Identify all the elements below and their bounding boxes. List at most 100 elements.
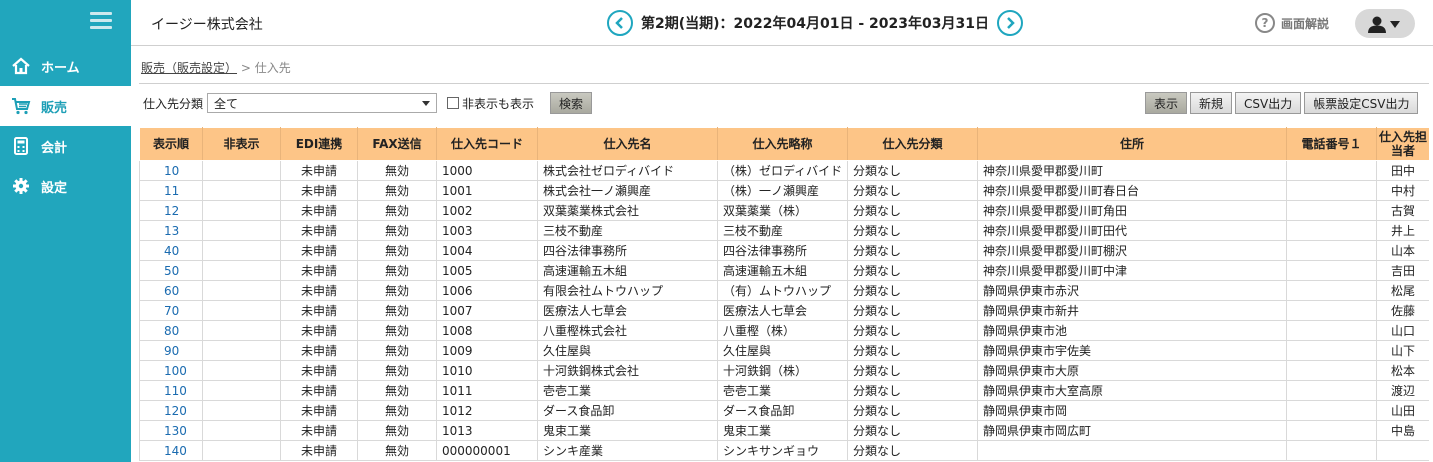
column-header-short-name[interactable]: 仕入先略称 [717, 127, 848, 161]
cell-order[interactable]: 90 [139, 340, 203, 361]
column-header-phone[interactable]: 電話番号１ [1286, 127, 1377, 161]
cell-code: 1011 [436, 380, 538, 401]
table-row[interactable]: 90 未申請 無効 1009 久住屋與 久住屋與 分類なし 静岡県伊東市宇佐美 山下 [139, 340, 1429, 361]
cell-phone [1286, 200, 1377, 221]
previous-period-button[interactable] [607, 10, 633, 36]
form-csv-export-button[interactable]: 帳票設定CSV出力 [1304, 92, 1419, 114]
company-name: イージー株式会社 [151, 17, 263, 33]
cell-hidden [202, 200, 281, 221]
cell-order[interactable]: 10 [139, 160, 203, 181]
column-header-order[interactable]: 表示順 [139, 127, 203, 161]
cell-hidden [202, 300, 281, 321]
supplier-table-container: 表示順 非表示 EDI連携 FAX送信 仕入先コード 仕入先名 仕入先略称 仕入… [139, 127, 1429, 462]
breadcrumb-separator: > [237, 61, 255, 75]
show-hidden-label: 非表示も表示 [462, 96, 535, 111]
user-menu-button[interactable] [1355, 9, 1415, 38]
next-period-button[interactable] [996, 10, 1023, 36]
table-row[interactable]: 140 未申請 無効 000000001 シンキ産業 シンキサンギョウ 分類なし [139, 440, 1429, 461]
cell-contact: 田中 [1376, 160, 1429, 181]
cell-edi: 未申請 [280, 320, 358, 341]
table-row[interactable]: 50 未申請 無効 1005 高速運輸五木組 高速運輸五木組 分類なし 神奈川県愛甲郡愛川町中… [139, 260, 1429, 281]
cell-short-name: 高速運輸五木組 [717, 260, 848, 281]
cell-hidden [202, 160, 281, 181]
column-header-name[interactable]: 仕入先名 [537, 127, 718, 161]
cell-hidden [202, 280, 281, 301]
cell-fax: 無効 [357, 260, 437, 281]
cell-name: シンキ産業 [537, 440, 718, 461]
cell-hidden [202, 420, 281, 441]
cell-order[interactable]: 13 [139, 220, 203, 241]
cell-short-name: 四谷法律事務所 [717, 240, 848, 261]
table-row[interactable]: 70 未申請 無効 1007 医療法人七草会 医療法人七草会 分類なし 静岡県伊東市新井 佐藤 [139, 300, 1429, 321]
help-button[interactable]: ? 画面解説 [1255, 13, 1329, 33]
table-row[interactable]: 10 未申請 無効 1000 株式会社ゼロディバイド （株）ゼロディバイド 分類なし 神奈川県… [139, 160, 1429, 181]
cell-category: 分類なし [847, 240, 978, 261]
table-row[interactable]: 130 未申請 無効 1013 鬼束工業 鬼束工業 分類なし 静岡県伊東市岡広町 中島 [139, 420, 1429, 441]
checkbox-box[interactable] [447, 97, 460, 109]
cell-category: 分類なし [847, 320, 978, 341]
column-header-code[interactable]: 仕入先コード [436, 127, 538, 161]
table-row[interactable]: 80 未申請 無効 1008 八重樫株式会社 八重樫（株） 分類なし 静岡県伊東市池 山口 [139, 320, 1429, 341]
csv-export-button[interactable]: CSV出力 [1235, 92, 1302, 114]
table-row[interactable]: 100 未申請 無効 1010 十河鉄鋼株式会社 十河鉄鋼（株） 分類なし 静岡県伊東市大原 松… [139, 360, 1429, 381]
sidebar-item-settings[interactable]: 設定 [0, 166, 131, 206]
cell-fax: 無効 [357, 160, 437, 181]
show-button[interactable]: 表示 [1145, 92, 1188, 114]
cell-order[interactable]: 80 [139, 320, 203, 341]
cell-category: 分類なし [847, 360, 978, 381]
table-row[interactable]: 120 未申請 無効 1012 ダース食品卸 ダース食品卸 分類なし 静岡県伊東市岡 山田 [139, 400, 1429, 421]
sidebar-item-sales[interactable]: 販売 [0, 86, 131, 126]
cell-phone [1286, 280, 1377, 301]
new-button[interactable]: 新規 [1190, 92, 1233, 114]
breadcrumb-link-sales-settings[interactable]: 販売（販売設定） [141, 61, 237, 75]
cell-name: 高速運輸五木組 [537, 260, 718, 281]
cell-short-name: 双葉薬業（株） [717, 200, 848, 221]
column-header-contact[interactable]: 仕入先担当者 [1376, 127, 1429, 161]
table-row[interactable]: 40 未申請 無効 1004 四谷法律事務所 四谷法律事務所 分類なし 神奈川県愛甲郡愛川町棚… [139, 240, 1429, 261]
sidebar-item-accounting[interactable]: 会計 [0, 126, 131, 166]
breadcrumb: 販売（販売設定） > 仕入先 [141, 59, 291, 76]
sidebar: ホーム 販売 会計 設定 [0, 0, 131, 462]
column-header-hidden[interactable]: 非表示 [202, 127, 281, 161]
chevron-right-icon [1007, 17, 1015, 29]
cell-order[interactable]: 40 [139, 240, 203, 261]
cell-address: 静岡県伊東市宇佐美 [977, 340, 1287, 361]
cell-order[interactable]: 110 [139, 380, 203, 401]
cell-order[interactable]: 70 [139, 300, 203, 321]
column-header-category[interactable]: 仕入先分類 [847, 127, 978, 161]
cell-order[interactable]: 11 [139, 180, 203, 201]
cell-category: 分類なし [847, 200, 978, 221]
table-row[interactable]: 12 未申請 無効 1002 双葉薬業株式会社 双葉薬業（株） 分類なし 神奈川県愛甲郡愛川町… [139, 200, 1429, 221]
cell-order[interactable]: 120 [139, 400, 203, 421]
cell-edi: 未申請 [280, 180, 358, 201]
column-header-address[interactable]: 住所 [977, 127, 1287, 161]
show-hidden-checkbox[interactable]: 非表示も表示 [447, 95, 534, 112]
search-button[interactable]: 検索 [550, 92, 593, 114]
table-row[interactable]: 11 未申請 無効 1001 株式会社一ノ瀬興産 （株）一ノ瀬興産 分類なし 神奈川県愛甲郡愛… [139, 180, 1429, 201]
sidebar-item-home[interactable]: ホーム [0, 46, 131, 86]
cell-order[interactable]: 130 [139, 420, 203, 441]
cell-order[interactable]: 12 [139, 200, 203, 221]
cell-order[interactable]: 60 [139, 280, 203, 301]
cell-phone [1286, 240, 1377, 261]
cell-order[interactable]: 50 [139, 260, 203, 281]
menu-toggle-icon[interactable] [90, 12, 112, 30]
table-row[interactable]: 110 未申請 無効 1011 壱壱工業 壱壱工業 分類なし 静岡県伊東市大室高原 渡辺 [139, 380, 1429, 401]
table-row[interactable]: 60 未申請 無効 1006 有限会社ムトウハップ （有）ムトウハップ 分類なし 静岡県伊東市… [139, 280, 1429, 301]
column-header-fax[interactable]: FAX送信 [357, 127, 437, 161]
cell-address: 静岡県伊東市岡広町 [977, 420, 1287, 441]
cell-order[interactable]: 100 [139, 360, 203, 381]
user-icon [1368, 16, 1400, 33]
home-icon [10, 55, 32, 77]
cell-edi: 未申請 [280, 280, 358, 301]
table-header-row: 表示順 非表示 EDI連携 FAX送信 仕入先コード 仕入先名 仕入先略称 仕入… [139, 127, 1429, 161]
fiscal-period-selector: 第2期(当期)：2022年04月01日 - 2023年03月31日 [607, 10, 1023, 36]
column-header-edi[interactable]: EDI連携 [280, 127, 358, 161]
cell-fax: 無効 [357, 240, 437, 261]
cell-edi: 未申請 [280, 380, 358, 401]
supplier-category-select[interactable]: 全て [207, 93, 438, 113]
cell-contact: 松本 [1376, 360, 1429, 381]
cell-fax: 無効 [357, 180, 437, 201]
table-row[interactable]: 13 未申請 無効 1003 三枝不動産 三枝不動産 分類なし 神奈川県愛甲郡愛川町田代 井上 [139, 220, 1429, 241]
cell-order[interactable]: 140 [139, 440, 203, 461]
